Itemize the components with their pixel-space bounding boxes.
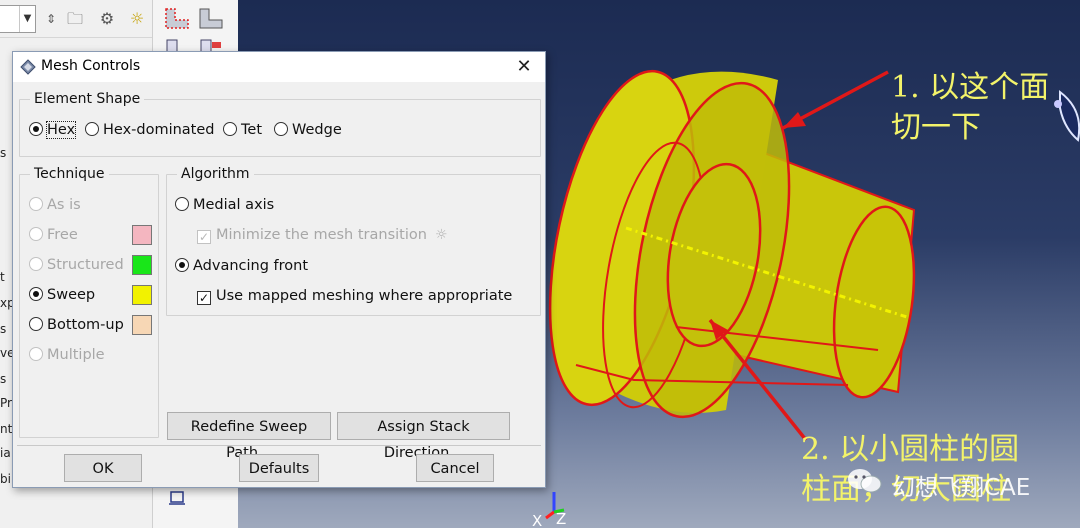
tree-text: s	[0, 322, 7, 336]
technique-group: Technique As is Free Structured Sweep Bo…	[19, 166, 159, 438]
radio-icon[interactable]	[29, 197, 43, 211]
seed-edge-icon[interactable]	[197, 6, 225, 32]
tree-text: ia	[0, 446, 11, 460]
option-label: As is	[47, 197, 81, 213]
annotation-2-line1: 2. 以小圆柱的圆	[801, 432, 1020, 467]
annotation-1-line1: 1. 以这个面	[891, 70, 1050, 105]
radio-icon[interactable]	[85, 122, 99, 136]
option-label: Hex-dominated	[103, 122, 215, 138]
wechat-icon	[848, 469, 882, 493]
rotate-center-icon	[1059, 89, 1080, 142]
option-label: Free	[47, 227, 78, 243]
option-label: Multiple	[47, 347, 105, 363]
tree-filter-icon[interactable]: ⚙	[96, 8, 118, 30]
option-label: Tet	[241, 122, 262, 138]
option-label: Bottom-up	[47, 317, 124, 333]
radio-icon[interactable]	[29, 122, 43, 136]
technique-option-free[interactable]: Free	[29, 225, 78, 245]
checkmark-icon[interactable]: ✓	[197, 230, 211, 244]
up-down-arrows-icon[interactable]: ⇕	[40, 8, 62, 30]
option-label: Advancing front	[193, 258, 309, 274]
technique-option-bottom-up[interactable]: Bottom-up	[29, 315, 124, 335]
option-label: Wedge	[292, 122, 342, 138]
mesh-tool-icon[interactable]	[165, 486, 193, 512]
option-label: Sweep	[47, 287, 96, 303]
dialog-title: Mesh Controls	[41, 58, 141, 74]
arrow-1-head	[783, 112, 806, 128]
radio-icon[interactable]	[223, 122, 237, 136]
folder-up-icon[interactable]: 🗀	[64, 8, 86, 30]
ok-button[interactable]: OK	[64, 454, 142, 482]
toolbar-combo[interactable]: ▼	[0, 5, 36, 33]
lightbulb-icon[interactable]: ☼	[126, 8, 148, 30]
lightbulb-icon: ☼	[434, 227, 448, 243]
algorithm-option-medial-axis[interactable]: Medial axis	[175, 195, 274, 215]
option-label: Use mapped meshing where appropriate	[216, 288, 513, 304]
shape-option-hex-dominated[interactable]: Hex-dominated	[85, 120, 215, 140]
tree-text: bi	[0, 472, 11, 486]
radio-icon[interactable]	[29, 347, 43, 361]
technique-option-sweep[interactable]: Sweep	[29, 285, 95, 305]
axis-triad: X Z	[532, 492, 566, 528]
cancel-button[interactable]: Cancel	[416, 454, 494, 482]
radio-icon[interactable]	[29, 317, 43, 331]
option-label: Structured	[47, 257, 124, 273]
bottom-up-color-swatch	[132, 315, 152, 335]
redefine-sweep-path-button[interactable]: Redefine Sweep Path...	[167, 412, 331, 461]
option-label: Minimize the mesh transition	[216, 227, 427, 243]
watermark-text: 幻想飞翔CAE	[892, 475, 1031, 501]
radio-icon[interactable]	[274, 122, 288, 136]
axis-x-label: X	[532, 512, 542, 528]
dialog-titlebar[interactable]: Mesh Controls ✕	[13, 52, 545, 82]
shape-option-tet[interactable]: Tet	[223, 120, 262, 140]
mesh-controls-dialog: Mesh Controls ✕ Element Shape Hex Hex-do…	[12, 51, 546, 488]
option-label: Hex	[45, 121, 77, 139]
radio-icon[interactable]	[29, 257, 43, 271]
tree-text: s	[0, 372, 7, 386]
technique-option-multiple[interactable]: Multiple	[29, 345, 105, 365]
element-shape-label: Element Shape	[30, 91, 145, 107]
seed-part-icon[interactable]	[163, 6, 191, 32]
pick-point	[1054, 100, 1062, 108]
technique-option-structured[interactable]: Structured	[29, 255, 124, 275]
sweep-color-swatch	[132, 285, 152, 305]
structured-color-swatch	[132, 255, 152, 275]
chevron-down-icon[interactable]: ▼	[19, 6, 35, 32]
radio-icon[interactable]	[175, 197, 189, 211]
shape-option-hex[interactable]: Hex	[29, 120, 77, 140]
bottom-separator	[17, 445, 541, 446]
radio-icon[interactable]	[29, 227, 43, 241]
tree-text: Pr	[0, 396, 12, 410]
free-color-swatch	[132, 225, 152, 245]
axis-z-label: Z	[556, 510, 566, 528]
radio-icon[interactable]	[175, 258, 189, 272]
annotation-1: 1. 以这个面 切一下	[891, 68, 1049, 148]
algorithm-group: Algorithm Medial axis ✓ Minimize the mesh…	[166, 166, 541, 316]
use-mapped-meshing-checkbox[interactable]: ✓ Use mapped meshing where appropriate	[197, 286, 512, 306]
element-shape-group: Element Shape Hex Hex-dominated Tet Wedg…	[19, 91, 541, 157]
tree-text: s	[0, 146, 7, 160]
option-label: Medial axis	[193, 197, 275, 213]
checkmark-icon[interactable]: ✓	[197, 291, 211, 305]
radio-icon[interactable]	[29, 287, 43, 301]
minimize-transition-checkbox[interactable]: ✓ Minimize the mesh transition ☼	[197, 225, 448, 245]
algorithm-label: Algorithm	[177, 166, 254, 182]
assign-stack-direction-button[interactable]: Assign Stack Direction...	[337, 412, 510, 461]
tree-text: t	[0, 270, 5, 284]
defaults-button[interactable]: Defaults	[239, 454, 319, 482]
abaqus-app-icon	[20, 59, 36, 75]
algorithm-option-advancing-front[interactable]: Advancing front	[175, 256, 308, 276]
annotation-1-line2: 切一下	[891, 110, 981, 145]
shape-option-wedge[interactable]: Wedge	[274, 120, 342, 140]
tree-text: nt	[0, 422, 13, 436]
technique-label: Technique	[30, 166, 109, 182]
close-button[interactable]: ✕	[507, 54, 541, 80]
technique-option-as-is[interactable]: As is	[29, 195, 81, 215]
